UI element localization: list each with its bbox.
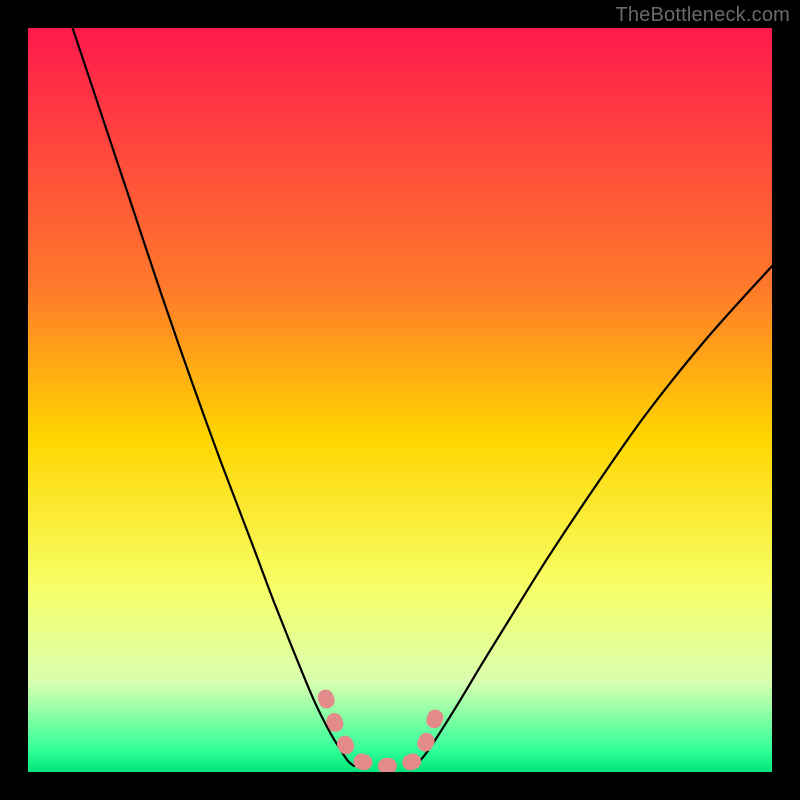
watermark-text: TheBottleneck.com [615, 4, 790, 27]
plot-area [28, 28, 772, 772]
pink-floor [326, 698, 438, 766]
chart-stage: TheBottleneck.com [0, 0, 800, 800]
curve-layer [28, 28, 772, 772]
left-curve [73, 28, 354, 766]
right-curve [415, 266, 772, 766]
